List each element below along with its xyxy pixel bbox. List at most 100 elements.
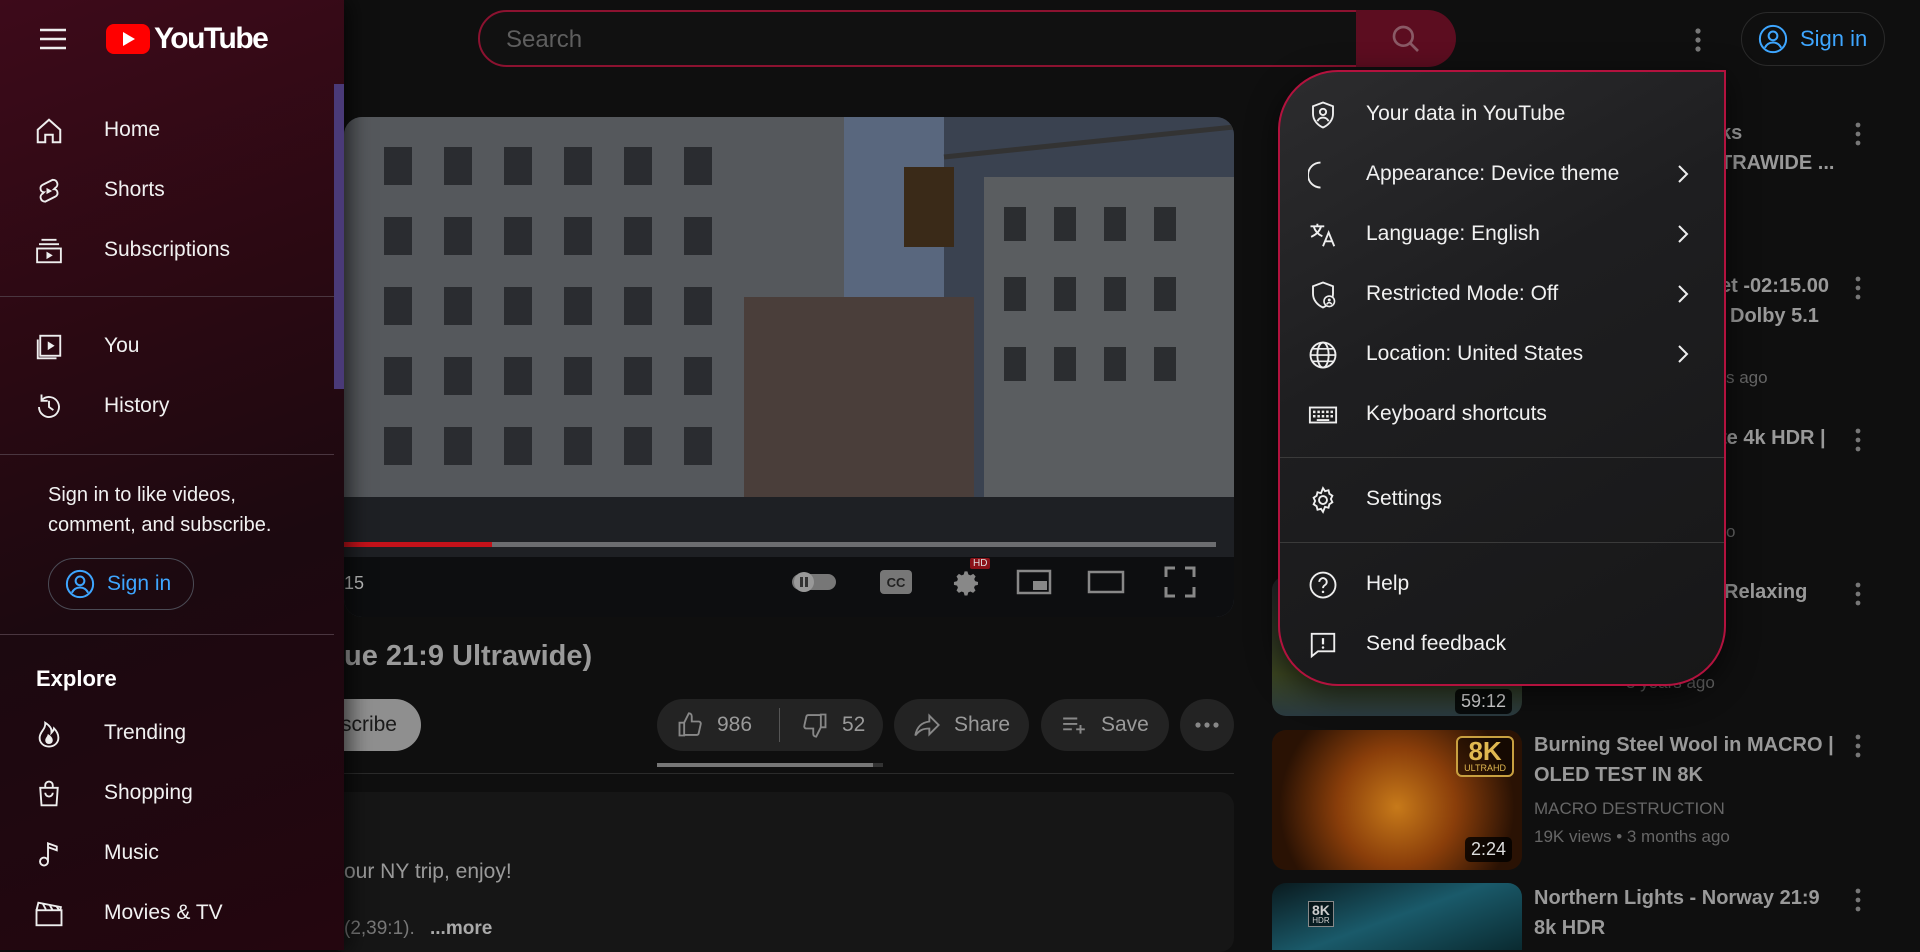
guide-scrollbar[interactable]: [334, 84, 344, 389]
rec-more-button[interactable]: [1848, 422, 1868, 458]
menu-item-label: Location: United States: [1366, 342, 1584, 365]
menu-item-label: Settings: [1366, 487, 1442, 510]
guide-item-label: You: [104, 334, 140, 357]
search-input[interactable]: [504, 24, 1328, 56]
menu-item-language[interactable]: Language: English: [1280, 206, 1724, 262]
share-icon: [912, 711, 942, 739]
guide-signin-button[interactable]: Sign in: [48, 558, 194, 610]
menu-item-appearance[interactable]: Appearance: Device theme: [1280, 146, 1724, 202]
moon-icon: [1308, 160, 1338, 190]
rec-meta: s ago: [1726, 368, 1768, 387]
guide-item-subscriptions[interactable]: Subscriptions: [0, 222, 334, 278]
guide-item-label: Shorts: [104, 178, 165, 201]
more-actions-button[interactable]: [1180, 699, 1234, 751]
youtube-play-logo-icon: [106, 24, 150, 54]
rec-title-5[interactable]: Burning Steel Wool in MACRO | OLED TEST I…: [1534, 730, 1844, 790]
rec-thumbnail[interactable]: 8K ULTRAHD 2:24: [1272, 730, 1522, 870]
more-vert-icon: [1855, 888, 1861, 912]
more-options-button[interactable]: [1685, 20, 1711, 60]
search-icon: [1390, 23, 1422, 55]
menu-item-help[interactable]: Help: [1280, 556, 1724, 612]
chevron-right-icon: [1672, 342, 1694, 366]
youtube-logo[interactable]: YouTube: [106, 22, 269, 56]
like-divider: [779, 708, 780, 742]
dislike-button[interactable]: 52: [792, 699, 865, 751]
share-button[interactable]: Share: [894, 699, 1029, 751]
like-dislike-pill: 986 52: [657, 699, 883, 751]
home-icon: [34, 116, 64, 146]
more-vert-icon: [1855, 734, 1861, 758]
share-label: Share: [954, 713, 1011, 736]
guide-item-music[interactable]: Music: [0, 825, 334, 881]
menu-item-keyboard-shortcuts[interactable]: Keyboard shortcuts: [1280, 386, 1724, 442]
menu-button[interactable]: [38, 24, 68, 54]
svg-text:CC: CC: [887, 575, 906, 590]
you-icon: [34, 332, 64, 362]
like-button[interactable]: 986: [657, 699, 767, 751]
menu-item-label: Restricted Mode: Off: [1366, 282, 1559, 305]
search-box[interactable]: [478, 10, 1358, 67]
description-more-link[interactable]: ...more: [430, 918, 492, 940]
guide-item-you[interactable]: You: [0, 318, 334, 374]
rec-channel[interactable]: MACRO DESTRUCTION: [1534, 799, 1725, 819]
guide-item-movies[interactable]: Movies & TV: [0, 885, 334, 941]
rec-title-line: Burning Steel Wool in MACRO |: [1534, 734, 1834, 756]
menu-item-your-data[interactable]: Your data in YouTube: [1280, 86, 1724, 142]
thumbs-down-icon: [800, 711, 830, 739]
menu-item-label: Your data in YouTube: [1366, 102, 1566, 125]
more-vert-icon: [1855, 428, 1861, 452]
autoplay-toggle[interactable]: [789, 560, 839, 604]
guide-item-label: Music: [104, 841, 159, 864]
menu-item-location[interactable]: Location: United States: [1280, 326, 1724, 382]
miniplayer-button[interactable]: [1012, 560, 1056, 604]
more-vert-icon: [1855, 122, 1861, 146]
rec-more-button[interactable]: [1848, 882, 1868, 918]
menu-item-restricted-mode[interactable]: Restricted Mode: Off: [1280, 266, 1724, 322]
guide-item-shopping[interactable]: Shopping: [0, 765, 334, 821]
content-divider: [330, 773, 1234, 774]
rec-title-6[interactable]: Northern Lights - Norway 21:9 8k HDR: [1534, 883, 1844, 943]
video-player[interactable]: 15 CC HD: [344, 117, 1234, 617]
rec-more-button[interactable]: [1848, 270, 1868, 306]
movies-icon: [34, 899, 64, 929]
menu-item-settings[interactable]: Settings: [1280, 471, 1724, 527]
feedback-icon: [1308, 630, 1338, 660]
rec-more-button[interactable]: [1848, 728, 1868, 764]
rec-title-line: Northern Lights - Norway 21:9: [1534, 887, 1820, 909]
fullscreen-button[interactable]: [1158, 560, 1202, 604]
rec-more-button[interactable]: [1848, 116, 1868, 152]
music-icon: [34, 839, 64, 869]
subscribe-label: scribe: [340, 713, 397, 736]
guide-item-label: Shopping: [104, 781, 193, 804]
restricted-shield-icon: [1308, 280, 1338, 310]
rec-meta: 19K views • 3 months ago: [1534, 827, 1730, 846]
chevron-right-icon: [1672, 222, 1694, 246]
guide-item-home[interactable]: Home: [0, 102, 334, 158]
rec-thumbnail[interactable]: 8K HDR: [1272, 883, 1522, 950]
hamburger-icon: [40, 28, 66, 50]
settings-button[interactable]: HD: [944, 558, 991, 604]
save-button[interactable]: Save: [1041, 699, 1169, 751]
signin-button[interactable]: Sign in: [1741, 12, 1885, 66]
guide-item-label: History: [104, 394, 170, 417]
search-button[interactable]: [1356, 10, 1456, 67]
translate-icon: [1308, 220, 1338, 250]
menu-item-send-feedback[interactable]: Send feedback: [1280, 616, 1724, 672]
guide-item-label: Movies & TV: [104, 901, 223, 924]
rec-more-button[interactable]: [1848, 576, 1868, 612]
like-count: 986: [717, 713, 753, 736]
trending-icon: [34, 719, 64, 749]
chevron-right-icon: [1672, 162, 1694, 186]
subscriptions-icon: [34, 236, 64, 266]
theater-mode-button[interactable]: [1084, 560, 1128, 604]
guide-item-trending[interactable]: Trending: [0, 705, 334, 761]
rec-title-line: 8k HDR: [1534, 917, 1606, 939]
guide-item-shorts[interactable]: Shorts: [0, 162, 334, 218]
guide-item-history[interactable]: History: [0, 378, 334, 434]
description-text-2: (2,39:1).: [344, 918, 415, 939]
menu-divider: [1280, 457, 1724, 458]
shorts-icon: [34, 176, 64, 206]
time-display: 15: [344, 573, 365, 593]
8k-badge: 8K ULTRAHD: [1456, 736, 1514, 777]
captions-button[interactable]: CC: [874, 560, 918, 604]
